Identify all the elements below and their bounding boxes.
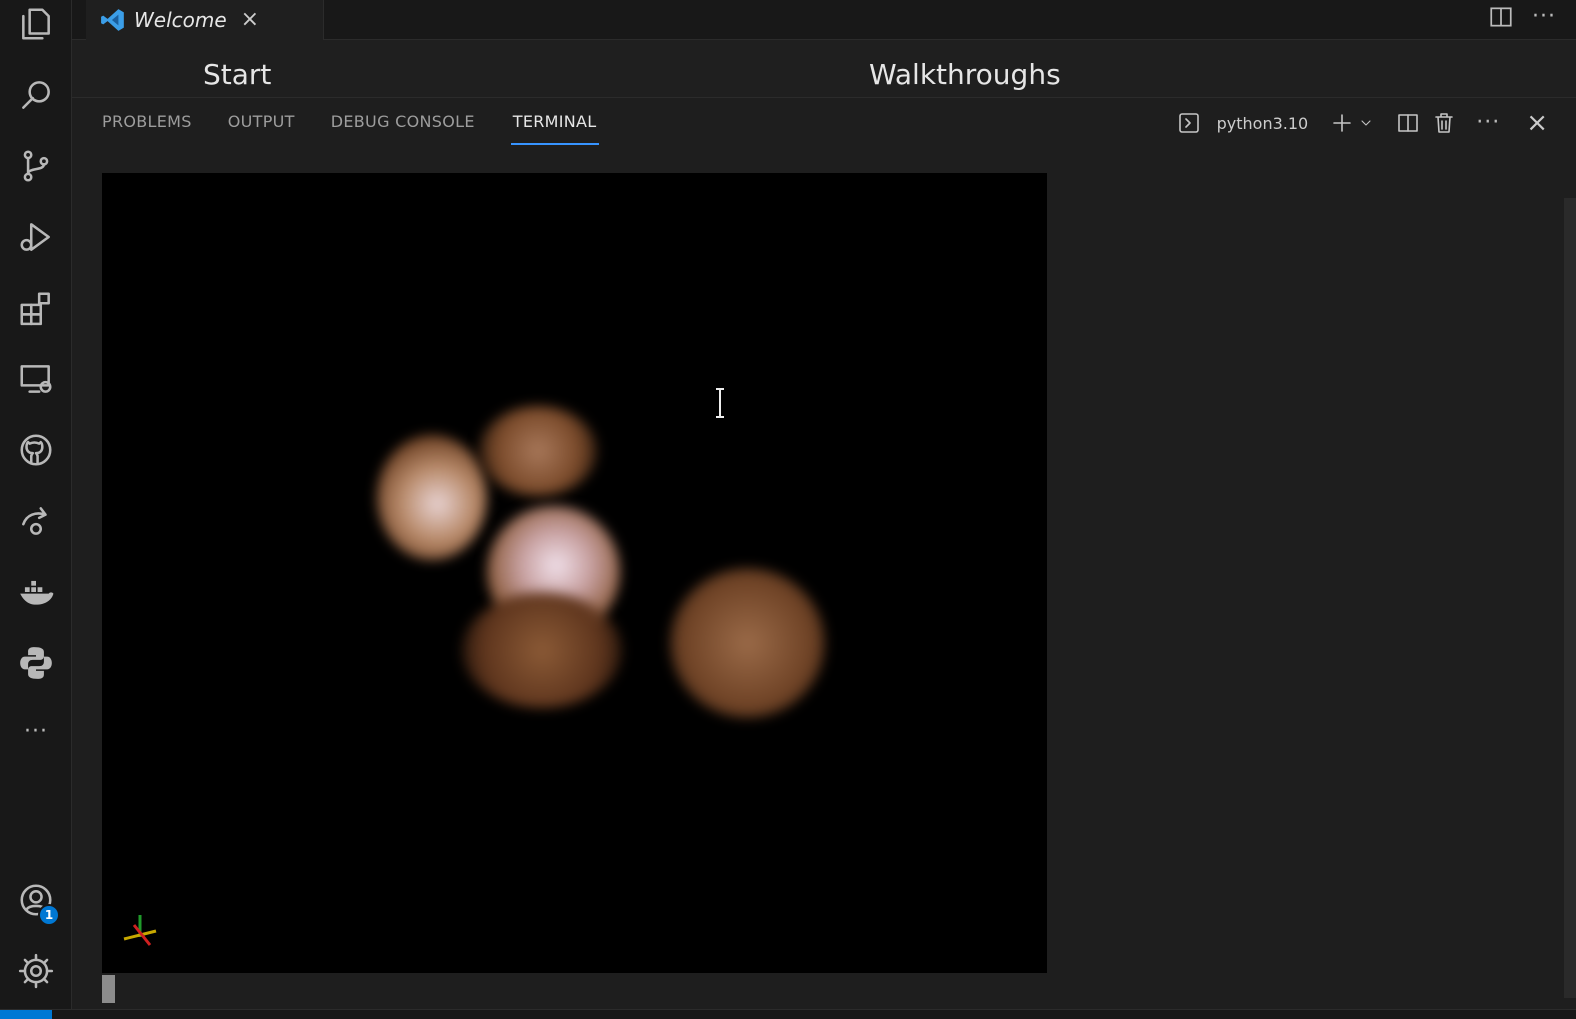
cell-blob — [462, 593, 622, 708]
explorer-button[interactable] — [0, 0, 72, 56]
start-heading: Start — [203, 58, 272, 91]
live-share-icon — [22, 507, 47, 535]
vscode-window: ··· 1 Welcome × ··· Start Walkthroughs P… — [0, 0, 1576, 1019]
manage-button[interactable] — [0, 939, 72, 1003]
tab-problems[interactable]: PROBLEMS — [102, 112, 192, 145]
activity-bar: ··· 1 — [0, 0, 72, 1019]
docker-icon — [20, 580, 54, 605]
split-editor-icon[interactable] — [1488, 4, 1514, 30]
render-viewport[interactable] — [102, 173, 1047, 973]
run-debug-button[interactable] — [0, 205, 72, 269]
live-share-button[interactable] — [0, 489, 72, 553]
panel-tabs: PROBLEMS OUTPUT DEBUG CONSOLE TERMINAL — [102, 112, 635, 145]
explorer-icon — [22, 8, 50, 40]
run-debug-icon — [20, 223, 50, 251]
remote-explorer-button[interactable] — [0, 347, 72, 411]
walkthroughs-heading: Walkthroughs — [869, 58, 1061, 91]
accounts-button[interactable]: 1 — [0, 868, 72, 932]
more-icon: ··· — [24, 719, 48, 744]
split-terminal-icon[interactable] — [1396, 111, 1420, 135]
tab-output[interactable]: OUTPUT — [228, 112, 295, 145]
axes-orientation-icon — [123, 915, 157, 946]
remote-explorer-icon — [20, 365, 52, 393]
panel-scrollbar[interactable] — [1564, 198, 1576, 998]
github-icon — [20, 434, 52, 466]
panel-actions: python3.10 ··· × — [1177, 110, 1548, 136]
github-button[interactable] — [0, 418, 72, 482]
python-icon — [20, 647, 52, 679]
docker-button[interactable] — [0, 560, 72, 624]
extensions-icon — [20, 292, 50, 326]
search-button[interactable] — [0, 63, 72, 127]
tab-welcome[interactable]: Welcome × — [86, 0, 324, 40]
vscode-logo-icon — [101, 9, 124, 31]
chevron-down-icon[interactable] — [1358, 115, 1374, 131]
bottom-panel: PROBLEMS OUTPUT DEBUG CONSOLE TERMINAL p… — [72, 98, 1576, 1009]
cell-blob — [670, 568, 825, 718]
cell-blob — [377, 435, 487, 560]
search-icon — [22, 81, 50, 109]
more-icon[interactable]: ··· — [1476, 110, 1500, 136]
accounts-badge: 1 — [38, 904, 60, 926]
trash-icon[interactable] — [1432, 111, 1456, 135]
terminal-icon — [1178, 113, 1199, 133]
editor-actions: ··· — [1488, 4, 1556, 30]
new-terminal-icon[interactable] — [1330, 111, 1354, 135]
cell-blob — [479, 406, 597, 496]
close-panel-icon[interactable]: × — [1526, 110, 1548, 136]
source-control-button[interactable] — [0, 134, 72, 198]
terminal-cursor — [102, 975, 115, 1003]
tab-terminal[interactable]: TERMINAL — [510, 112, 599, 145]
extensions-button[interactable] — [0, 276, 72, 340]
source-control-icon — [23, 150, 49, 182]
gear-icon — [18, 953, 54, 989]
python-button[interactable] — [0, 631, 72, 695]
text-cursor-icon — [716, 388, 724, 418]
remote-indicator[interactable] — [0, 1010, 52, 1019]
editor-tab-bar: Welcome × ··· — [72, 0, 1576, 40]
tab-debug-console[interactable]: DEBUG CONSOLE — [331, 112, 475, 145]
terminal-name[interactable]: python3.10 — [1217, 114, 1309, 133]
welcome-editor: Start Walkthroughs — [72, 40, 1576, 98]
tab-label: Welcome — [134, 8, 227, 32]
more-actions-icon[interactable]: ··· — [1532, 4, 1556, 30]
close-icon[interactable]: × — [241, 9, 259, 31]
status-bar — [0, 1009, 1576, 1019]
more-views-button[interactable]: ··· — [0, 700, 72, 764]
